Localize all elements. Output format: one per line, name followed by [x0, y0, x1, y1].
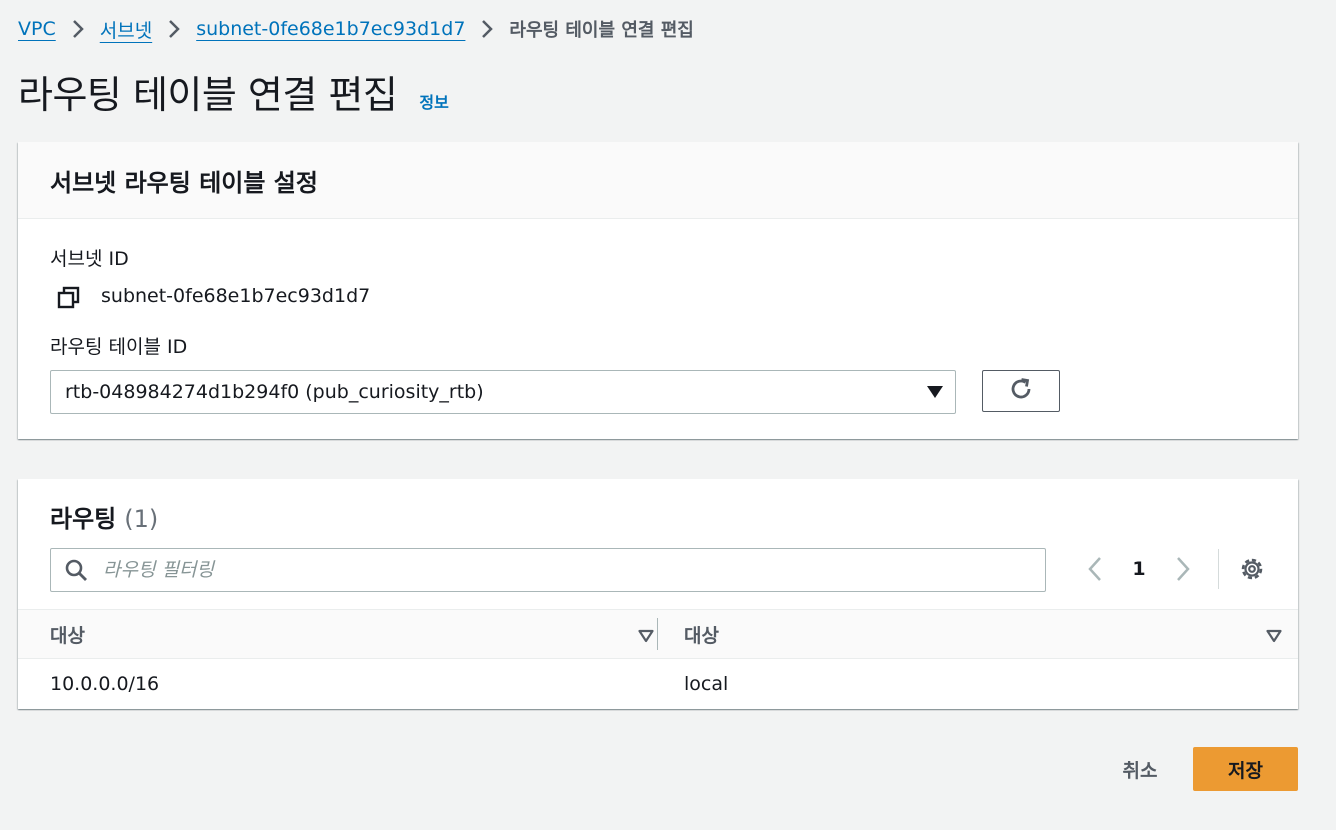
chevron-right-icon — [152, 17, 196, 41]
panel-title: 서브넷 라우팅 테이블 설정 — [50, 168, 318, 197]
routes-panel: 라우팅 (1) 1 대상 — [18, 479, 1298, 709]
routes-count: (1) — [124, 505, 159, 533]
chevron-right-icon — [56, 17, 100, 41]
routes-header: 라우팅 (1) — [50, 499, 158, 534]
cancel-button[interactable]: 취소 — [1104, 747, 1176, 791]
route-target-cell: local — [684, 673, 729, 695]
previous-page-button[interactable] — [1080, 554, 1110, 584]
page-title: 라우팅 테이블 연결 편집 — [18, 73, 398, 117]
routes-filter[interactable] — [50, 548, 1046, 592]
route-table-select[interactable]: rtb-048984274d1b294f0 (pub_curiosity_rtb… — [50, 370, 956, 414]
sort-caret-icon — [638, 626, 654, 648]
page-header: 라우팅 테이블 연결 편집 정보 — [18, 64, 449, 119]
subnet-id-label: 서브넷 ID — [50, 248, 129, 270]
subnet-id-value: subnet-0fe68e1b7ec93d1d7 — [101, 285, 371, 307]
breadcrumb-vpc[interactable]: VPC — [18, 18, 56, 40]
divider — [1218, 549, 1219, 589]
column-header-destination[interactable]: 대상 — [50, 610, 654, 658]
copy-icon[interactable] — [56, 285, 82, 311]
table-row: 10.0.0.0/16 local — [18, 659, 1298, 709]
chevron-right-icon — [465, 17, 509, 41]
info-link[interactable]: 정보 — [419, 89, 448, 113]
panel-header: 서브넷 라우팅 테이블 설정 — [18, 142, 1298, 219]
routes-filter-input[interactable] — [101, 558, 1045, 582]
column-header-target[interactable]: 대상 — [684, 610, 1282, 658]
save-button[interactable]: 저장 — [1193, 747, 1298, 791]
breadcrumb: VPC 서브넷 subnet-0fe68e1b7ec93d1d7 라우팅 테이블… — [18, 14, 694, 44]
table-header: 대상 대상 — [18, 609, 1298, 659]
route-destination-cell: 10.0.0.0/16 — [50, 673, 160, 695]
gear-icon[interactable] — [1237, 554, 1267, 584]
routes-title: 라우팅 — [50, 505, 117, 533]
next-page-button[interactable] — [1168, 554, 1198, 584]
route-table-settings-panel: 서브넷 라우팅 테이블 설정 서브넷 ID subnet-0fe68e1b7ec… — [18, 142, 1298, 439]
caret-down-icon — [915, 385, 955, 399]
current-page-number[interactable]: 1 — [1110, 558, 1168, 580]
refresh-icon — [1008, 376, 1034, 406]
sort-caret-icon — [1266, 626, 1282, 648]
route-table-selected-value: rtb-048984274d1b294f0 (pub_curiosity_rtb… — [65, 381, 484, 403]
column-header-label: 대상 — [684, 624, 719, 647]
pagination: 1 — [1080, 548, 1267, 590]
search-icon — [51, 558, 101, 582]
breadcrumb-current: 라우팅 테이블 연결 편집 — [509, 20, 694, 41]
breadcrumb-subnet-id[interactable]: subnet-0fe68e1b7ec93d1d7 — [196, 18, 465, 40]
breadcrumb-subnets[interactable]: 서브넷 — [100, 16, 152, 43]
column-header-label: 대상 — [50, 624, 85, 647]
column-divider[interactable] — [657, 618, 658, 650]
route-table-id-label: 라우팅 테이블 ID — [50, 336, 188, 358]
refresh-button[interactable] — [982, 370, 1060, 412]
